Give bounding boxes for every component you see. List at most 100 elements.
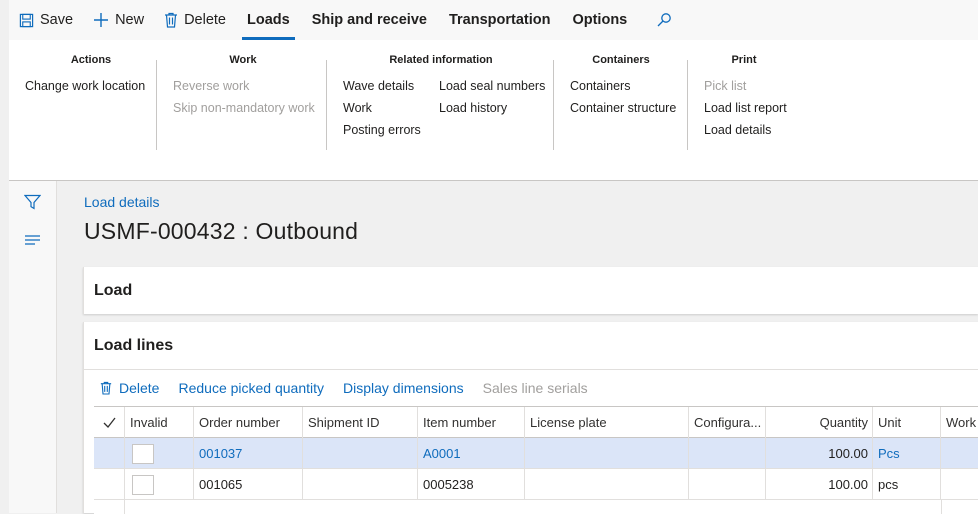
quantity-cell: 100.00 [766, 469, 873, 500]
action-pane-ribbon: Actions Change work location Work Revers… [9, 40, 978, 181]
wave-details-button[interactable]: Wave details [343, 79, 414, 93]
work-cell [941, 469, 978, 500]
containers-button[interactable]: Containers [570, 79, 630, 93]
select-all-checkbox[interactable] [94, 407, 125, 438]
col-item-number-header[interactable]: Item number [418, 407, 525, 438]
search-button[interactable] [646, 0, 682, 40]
pick-list-button[interactable]: Pick list [704, 79, 746, 93]
save-button[interactable]: Save [9, 0, 83, 40]
work-cell [941, 438, 978, 469]
reverse-work-button[interactable]: Reverse work [173, 79, 249, 93]
item-number-link[interactable]: A0001 [418, 438, 525, 469]
group-containers: Containers [570, 54, 672, 68]
item-number-cell[interactable]: 0005238 [418, 469, 525, 500]
container-structure-button[interactable]: Container structure [570, 101, 676, 115]
work-button[interactable]: Work [343, 101, 372, 115]
invalid-checkbox[interactable] [132, 474, 154, 495]
command-bar: Save New Delete Loads Ship and receive T… [9, 0, 978, 40]
work-cell [941, 500, 978, 514]
page-title: USMF-000432 : Outbound [84, 218, 359, 244]
row-select-cell[interactable] [94, 438, 125, 469]
tab-options[interactable]: Options [561, 0, 638, 40]
new-button[interactable]: New [83, 0, 154, 40]
delete-label: Delete [184, 12, 226, 28]
table-row[interactable]: 001037 A0001 100.00 Pcs [94, 438, 978, 469]
breadcrumb[interactable]: Load details [84, 194, 160, 210]
checkmark-icon [103, 417, 116, 428]
group-containers-title: Containers [592, 54, 650, 66]
shipment-id-cell [303, 438, 418, 469]
load-seal-numbers-button[interactable]: Load seal numbers [439, 79, 545, 93]
left-rail [9, 181, 57, 513]
group-print-title: Print [731, 54, 757, 66]
tab-loads-label: Loads [247, 12, 290, 28]
filter-icon [23, 194, 42, 210]
line-delete-label: Delete [119, 380, 160, 396]
list-menu-button[interactable] [24, 234, 41, 249]
row-select-cell [94, 500, 125, 514]
invalid-cell [125, 438, 194, 469]
load-list-report-button[interactable]: Load list report [704, 101, 787, 115]
invalid-checkbox[interactable] [132, 443, 154, 464]
trash-icon [100, 381, 112, 395]
save-icon [19, 13, 34, 27]
group-separator [156, 60, 157, 150]
tab-options-label: Options [572, 12, 628, 28]
unit-link[interactable]: Pcs [873, 438, 941, 469]
group-related-title: Related information [389, 54, 493, 66]
table-row[interactable]: 001065 0005238 100.00 pcs [94, 469, 978, 500]
posting-errors-button[interactable]: Posting errors [343, 123, 421, 137]
load-lines-grid: Invalid Order number Shipment ID Item nu… [94, 406, 978, 514]
tab-ship-label: Ship and receive [311, 12, 427, 28]
new-label: New [115, 12, 145, 28]
list-icon [25, 235, 40, 245]
sales-line-serials-button[interactable]: Sales line serials [483, 380, 588, 396]
group-work: Work [173, 54, 313, 68]
load-lines-section-title[interactable]: Load lines [94, 337, 173, 355]
reduce-picked-quantity-button[interactable]: Reduce picked quantity [178, 380, 324, 396]
plus-icon [94, 13, 109, 27]
group-related-information: Related information [343, 54, 539, 68]
load-section[interactable]: Load [83, 267, 978, 314]
order-number-cell[interactable]: 001065 [194, 469, 303, 500]
col-license-plate-header[interactable]: License plate [525, 407, 689, 438]
tab-loads[interactable]: Loads [236, 0, 301, 40]
col-invalid-header[interactable]: Invalid [125, 407, 194, 438]
tab-transportation-label: Transportation [448, 12, 551, 28]
col-shipment-id-header[interactable]: Shipment ID [303, 407, 418, 438]
col-work-header[interactable]: Work [941, 407, 978, 438]
filter-button[interactable] [23, 194, 42, 213]
invalid-cell [125, 469, 194, 500]
col-unit-header[interactable]: Unit [873, 407, 941, 438]
col-configuration-header[interactable]: Configura... [689, 407, 766, 438]
save-label: Save [40, 12, 74, 28]
change-work-location-button[interactable]: Change work location [25, 79, 145, 93]
display-dimensions-button[interactable]: Display dimensions [343, 380, 464, 396]
section-divider [84, 369, 978, 370]
col-order-number-header[interactable]: Order number [194, 407, 303, 438]
col-quantity-header[interactable]: Quantity [766, 407, 873, 438]
tab-ship-and-receive[interactable]: Ship and receive [301, 0, 438, 40]
order-number-link[interactable]: 001037 [194, 438, 303, 469]
search-icon [657, 13, 672, 27]
load-lines-toolbar: Delete Reduce picked quantity Display di… [100, 380, 607, 396]
trash-icon [165, 12, 178, 28]
delete-button[interactable]: Delete [154, 0, 236, 40]
configuration-cell [689, 469, 766, 500]
group-work-title: Work [229, 54, 257, 66]
skip-non-mandatory-work-button[interactable]: Skip non-mandatory work [173, 101, 315, 115]
line-delete-button[interactable]: Delete [100, 380, 159, 396]
group-actions-title: Actions [70, 54, 112, 66]
row-select-cell[interactable] [94, 469, 125, 500]
group-print: Print [704, 54, 784, 68]
tab-transportation[interactable]: Transportation [438, 0, 562, 40]
shipment-id-cell [303, 469, 418, 500]
unit-cell[interactable]: pcs [873, 469, 941, 500]
configuration-cell [689, 438, 766, 469]
load-history-button[interactable]: Load history [439, 101, 507, 115]
license-plate-cell [525, 438, 689, 469]
load-section-title: Load [94, 282, 133, 299]
load-details-button[interactable]: Load details [704, 123, 771, 137]
group-actions: Actions [25, 54, 157, 68]
grid-header-row: Invalid Order number Shipment ID Item nu… [94, 407, 978, 438]
